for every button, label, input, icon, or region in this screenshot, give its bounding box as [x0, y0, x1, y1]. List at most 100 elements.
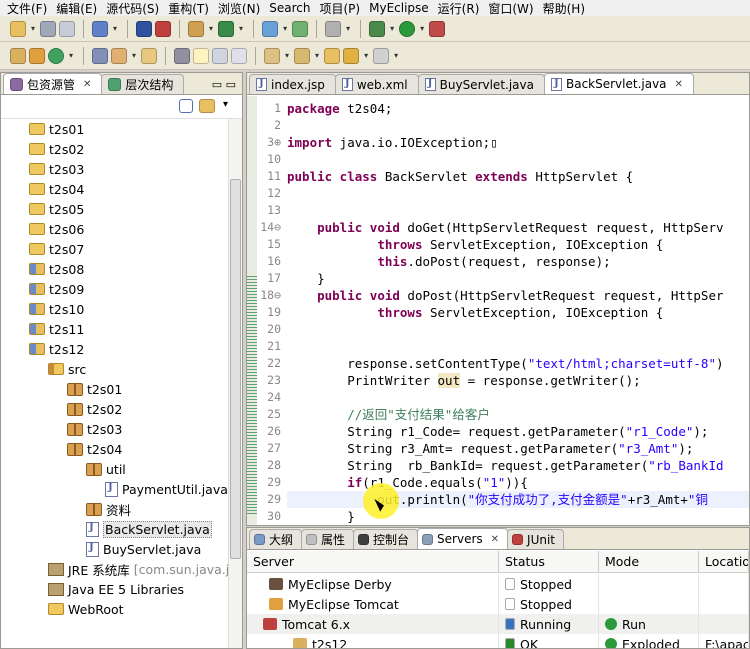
- open-folder-icon[interactable]: [141, 47, 158, 64]
- bottom-tab[interactable]: 大纲: [249, 529, 303, 549]
- explorer-scrollbar[interactable]: [228, 119, 242, 648]
- tree-item-label: t2s12: [49, 341, 85, 357]
- editor-tab[interactable]: index.jsp: [249, 74, 336, 94]
- tree-item[interactable]: Java EE 5 Libraries: [1, 579, 228, 599]
- new-class-icon[interactable]: [48, 47, 64, 64]
- open-type-icon[interactable]: [92, 47, 109, 64]
- server-row[interactable]: MyEclipse Derby Stopped: [247, 574, 749, 594]
- code-line: PrintWriter out = response.getWriter();: [287, 373, 641, 388]
- tree-item[interactable]: t2s12: [1, 339, 228, 359]
- tree-item[interactable]: 资料: [1, 499, 228, 519]
- close-icon[interactable]: ✕: [83, 79, 91, 90]
- edit-pencil-icon[interactable]: [193, 47, 210, 64]
- tree-item[interactable]: t2s10: [1, 299, 228, 319]
- tree-item[interactable]: t2s02: [1, 139, 228, 159]
- bottom-tab[interactable]: 属性: [301, 529, 355, 549]
- tree-item[interactable]: t2s04: [1, 179, 228, 199]
- chevron-down-icon[interactable]: ▾: [31, 24, 35, 33]
- tree-item[interactable]: t2s03: [1, 419, 228, 439]
- column-header[interactable]: Location: [699, 551, 749, 572]
- brush-icon[interactable]: [111, 47, 128, 64]
- tab-package-explorer[interactable]: 包资源管 ✕: [3, 73, 103, 94]
- editor-tab[interactable]: web.xml: [334, 74, 419, 94]
- bottom-tab[interactable]: 控制台: [353, 529, 419, 549]
- menu-item[interactable]: 文件(F): [4, 0, 53, 16]
- tree-item[interactable]: t2s04: [1, 439, 228, 459]
- back-icon[interactable]: [343, 47, 360, 64]
- menu-item[interactable]: MyEclipse: [366, 1, 435, 15]
- editor-tab[interactable]: BackServlet.java ✕: [543, 73, 694, 94]
- menu-item[interactable]: 帮助(H): [540, 0, 591, 16]
- last-edit-icon[interactable]: [324, 47, 341, 64]
- code-area[interactable]: 1 2 3⊕ 10 11 12 13 14⊖ 15 16 17 18⊖ 19 20 21 22 23 24 25 26…: [247, 96, 749, 525]
- external-tools-icon[interactable]: [429, 20, 446, 37]
- run-icon[interactable]: [399, 20, 416, 37]
- menu-item[interactable]: 运行(R): [435, 0, 486, 16]
- column-header[interactable]: Server: [247, 551, 499, 572]
- tree-item[interactable]: JRE 系统库 [com.sun.java.jc: [1, 559, 228, 579]
- save-icon[interactable]: [40, 20, 57, 37]
- tree-item[interactable]: t2s07: [1, 239, 228, 259]
- line-number: 17: [267, 271, 281, 285]
- tab-hierarchy[interactable]: 层次结构: [101, 74, 185, 94]
- tree-item[interactable]: PaymentUtil.java: [1, 479, 228, 499]
- menu-item[interactable]: 源代码(S): [103, 0, 165, 16]
- new-package-icon[interactable]: [29, 47, 45, 64]
- search-icon[interactable]: [218, 20, 235, 37]
- new-java-project-icon[interactable]: [10, 47, 26, 64]
- bottom-tab[interactable]: JUnit: [507, 529, 565, 549]
- paragraph-icon[interactable]: [231, 47, 248, 64]
- file-icon: [550, 77, 562, 91]
- tree-item[interactable]: t2s02: [1, 399, 228, 419]
- column-header[interactable]: Status: [499, 551, 599, 572]
- menu-item[interactable]: 浏览(N): [215, 0, 266, 16]
- column-header[interactable]: Mode: [599, 551, 699, 572]
- close-icon[interactable]: ✕: [491, 534, 499, 545]
- chevron-down-icon[interactable]: ▾: [223, 99, 228, 110]
- menu-item[interactable]: 项目(P): [317, 0, 367, 16]
- project-icon[interactable]: [136, 20, 153, 37]
- menu-item[interactable]: Search: [266, 1, 316, 15]
- tree-item[interactable]: BuyServlet.java: [1, 539, 228, 559]
- next-annotation-icon[interactable]: [264, 47, 281, 64]
- menu-item[interactable]: 重构(T): [165, 0, 215, 16]
- view-menu-icon[interactable]: ▭ ▭: [212, 78, 242, 94]
- tree-item[interactable]: t2s08: [1, 259, 228, 279]
- editor-tab[interactable]: BuyServlet.java: [417, 74, 545, 94]
- tree-item[interactable]: t2s01: [1, 379, 228, 399]
- wizard-icon[interactable]: [188, 20, 205, 37]
- tree-item[interactable]: t2s01: [1, 119, 228, 139]
- menu-item[interactable]: 窗口(W): [485, 0, 539, 16]
- server-row[interactable]: Tomcat 6.x Running Run: [247, 614, 749, 634]
- close-icon[interactable]: ✕: [675, 79, 683, 90]
- server-name: t2s12: [312, 636, 348, 649]
- camera-icon[interactable]: [325, 20, 342, 37]
- new-icon[interactable]: [10, 20, 26, 37]
- toggle-mark-icon[interactable]: [174, 47, 191, 64]
- tree-item[interactable]: t2s05: [1, 199, 228, 219]
- tree-item[interactable]: util: [1, 459, 228, 479]
- refresh-icon[interactable]: [292, 20, 309, 37]
- server-row[interactable]: MyEclipse Tomcat Stopped: [247, 594, 749, 614]
- tree-item[interactable]: WebRoot: [1, 599, 228, 619]
- tree-item[interactable]: t2s03: [1, 159, 228, 179]
- tree-item[interactable]: t2s06: [1, 219, 228, 239]
- menu-item[interactable]: 编辑(E): [53, 0, 103, 16]
- server-name: MyEclipse Tomcat: [288, 596, 399, 612]
- server-row[interactable]: t2s12 OK Exploded F:\apach: [247, 634, 749, 649]
- tree-item[interactable]: src: [1, 359, 228, 379]
- link-with-editor-icon[interactable]: [199, 99, 215, 113]
- show-whitespace-icon[interactable]: [212, 47, 229, 64]
- deploy-icon[interactable]: [92, 20, 109, 37]
- globe-icon[interactable]: [262, 20, 279, 37]
- tree-item[interactable]: BackServlet.java: [1, 519, 228, 539]
- tree-item[interactable]: t2s09: [1, 279, 228, 299]
- print-icon[interactable]: [59, 20, 76, 37]
- server-icon[interactable]: [155, 20, 172, 37]
- bottom-tab[interactable]: Servers ✕: [417, 528, 509, 549]
- tree-item[interactable]: t2s11: [1, 319, 228, 339]
- debug-icon[interactable]: [369, 20, 386, 37]
- collapse-all-icon[interactable]: [179, 99, 193, 113]
- prev-annotation-icon[interactable]: [294, 47, 311, 64]
- forward-icon[interactable]: [373, 47, 390, 64]
